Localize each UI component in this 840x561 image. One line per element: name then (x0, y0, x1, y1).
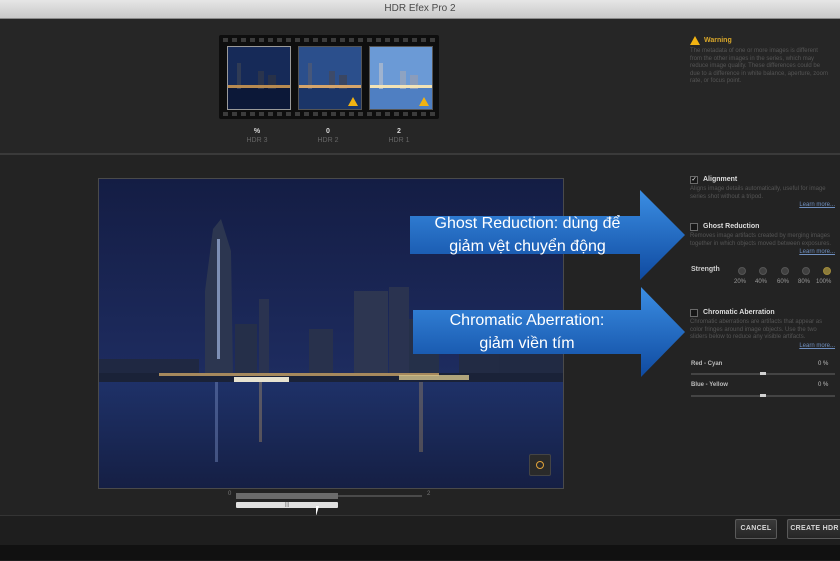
warning-panel: Warning The metadata of one or more imag… (690, 36, 830, 86)
chromatic-desc: Chromatic aberrations are artifacts that… (690, 319, 823, 340)
warning-icon (348, 97, 358, 106)
warning-text: The metadata of one or more images is di… (690, 48, 828, 84)
ghost-callout-text: Ghost Reduction: dùng để giảm vệt chuyển… (410, 212, 645, 258)
red-cyan-value: 0 % (818, 361, 829, 367)
ghost-reduction-label: Ghost Reduction (703, 223, 760, 231)
chromatic-checkbox[interactable] (690, 309, 698, 317)
filmstrip (219, 35, 439, 119)
create-hdr-button[interactable]: CREATE HDR (787, 519, 840, 539)
alignment-learn-more-link[interactable]: Learn more... (690, 202, 835, 210)
film-holes-bottom (223, 112, 435, 116)
strength-radio-20[interactable] (738, 267, 746, 275)
window-titlebar: HDR Efex Pro 2 (0, 0, 840, 19)
bottom-strip (0, 545, 840, 560)
strength-option-label: 80% (798, 279, 811, 285)
exposure-value: % (253, 128, 261, 135)
chromatic-learn-more-link[interactable]: Learn more... (690, 343, 835, 351)
alignment-checkbox-row[interactable]: ✓ Alignment (690, 176, 835, 184)
strength-label: Strength (691, 266, 720, 273)
exposure-value: 0 (326, 128, 330, 135)
exposure-label-3: 2 HDR 1 (369, 127, 429, 145)
ghost-callout-line-1: Ghost Reduction: dùng để (434, 215, 621, 232)
blue-yellow-slider-knob[interactable] (760, 394, 766, 397)
ghost-reduction-checkbox[interactable] (690, 223, 698, 231)
chromatic-label: Chromatic Aberration (703, 309, 775, 317)
warning-title-text: Warning (704, 36, 732, 44)
window-title: HDR Efex Pro 2 (384, 3, 456, 14)
strength-option-label: 20% (734, 279, 747, 285)
strength-radio-40[interactable] (759, 267, 767, 275)
chromatic-callout-line-2: giảm viền tím (479, 335, 575, 352)
strength-radio-60[interactable] (781, 267, 789, 275)
warning-title: Warning (690, 36, 830, 45)
red-cyan-label: Red - Cyan (691, 361, 723, 367)
timeline-fill (236, 493, 338, 499)
exposure-thumb-3[interactable] (369, 46, 433, 110)
exposure-value: 2 (397, 128, 401, 135)
zoom-button[interactable] (529, 454, 551, 476)
chromatic-checkbox-row[interactable]: Chromatic Aberration (690, 309, 835, 317)
blue-yellow-value: 0 % (818, 382, 829, 388)
alignment-label: Alignment (703, 176, 738, 184)
timeline-start-label: 0 (228, 491, 232, 497)
chromatic-aberration-section: Chromatic Aberration Chromatic aberratio… (690, 309, 835, 350)
film-holes-top (223, 38, 435, 42)
ghost-reduction-callout: Ghost Reduction: dùng để giảm vệt chuyển… (410, 190, 685, 280)
chromatic-aberration-callout: Chromatic Aberration: giảm viền tím (413, 287, 685, 377)
chromatic-callout-line-1: Chromatic Aberration: (449, 312, 605, 329)
exposure-thumb-image (228, 47, 290, 109)
exposure-thumb-2[interactable] (298, 46, 362, 110)
alignment-section: ✓ Alignment Aligns image details automat… (690, 176, 835, 210)
magnifier-icon (536, 461, 544, 469)
alignment-checkbox[interactable]: ✓ (690, 176, 698, 184)
exposure-name: HDR 2 (317, 137, 339, 144)
strength-option-label: 40% (755, 279, 768, 285)
ghost-learn-more-link[interactable]: Learn more... (690, 249, 835, 257)
exposure-thumb-1[interactable] (227, 46, 291, 110)
exposure-name: HDR 3 (246, 137, 268, 144)
blue-yellow-label: Blue - Yellow (691, 382, 728, 388)
timeline-handle[interactable]: ||| (236, 502, 338, 508)
divider (0, 154, 840, 155)
warning-icon (690, 36, 700, 45)
ghost-callout-line-2: giảm vệt chuyển động (449, 238, 606, 255)
strength-radio-80[interactable] (802, 267, 810, 275)
exposure-label-1: % HDR 3 (227, 127, 287, 145)
chromatic-callout-text: Chromatic Aberration: giảm viền tím (413, 309, 641, 355)
ghost-reduction-checkbox-row[interactable]: Ghost Reduction (690, 223, 835, 231)
warning-icon (419, 97, 429, 106)
strength-option-label: 60% (777, 279, 790, 285)
red-cyan-slider-knob[interactable] (760, 372, 766, 375)
cancel-button[interactable]: CANCEL (735, 519, 777, 539)
exposure-label-2: 0 HDR 2 (298, 127, 358, 145)
ghost-reduction-desc: Removes image artifacts created by mergi… (690, 233, 832, 247)
alignment-desc: Aligns image details automatically, usef… (690, 186, 826, 200)
strength-option-label: 100% (816, 279, 832, 285)
timeline-end-label: 2 (427, 491, 431, 497)
exposure-name: HDR 1 (388, 137, 410, 144)
ghost-reduction-section: Ghost Reduction Removes image artifacts … (690, 223, 835, 257)
strength-radio-100[interactable] (823, 267, 831, 275)
